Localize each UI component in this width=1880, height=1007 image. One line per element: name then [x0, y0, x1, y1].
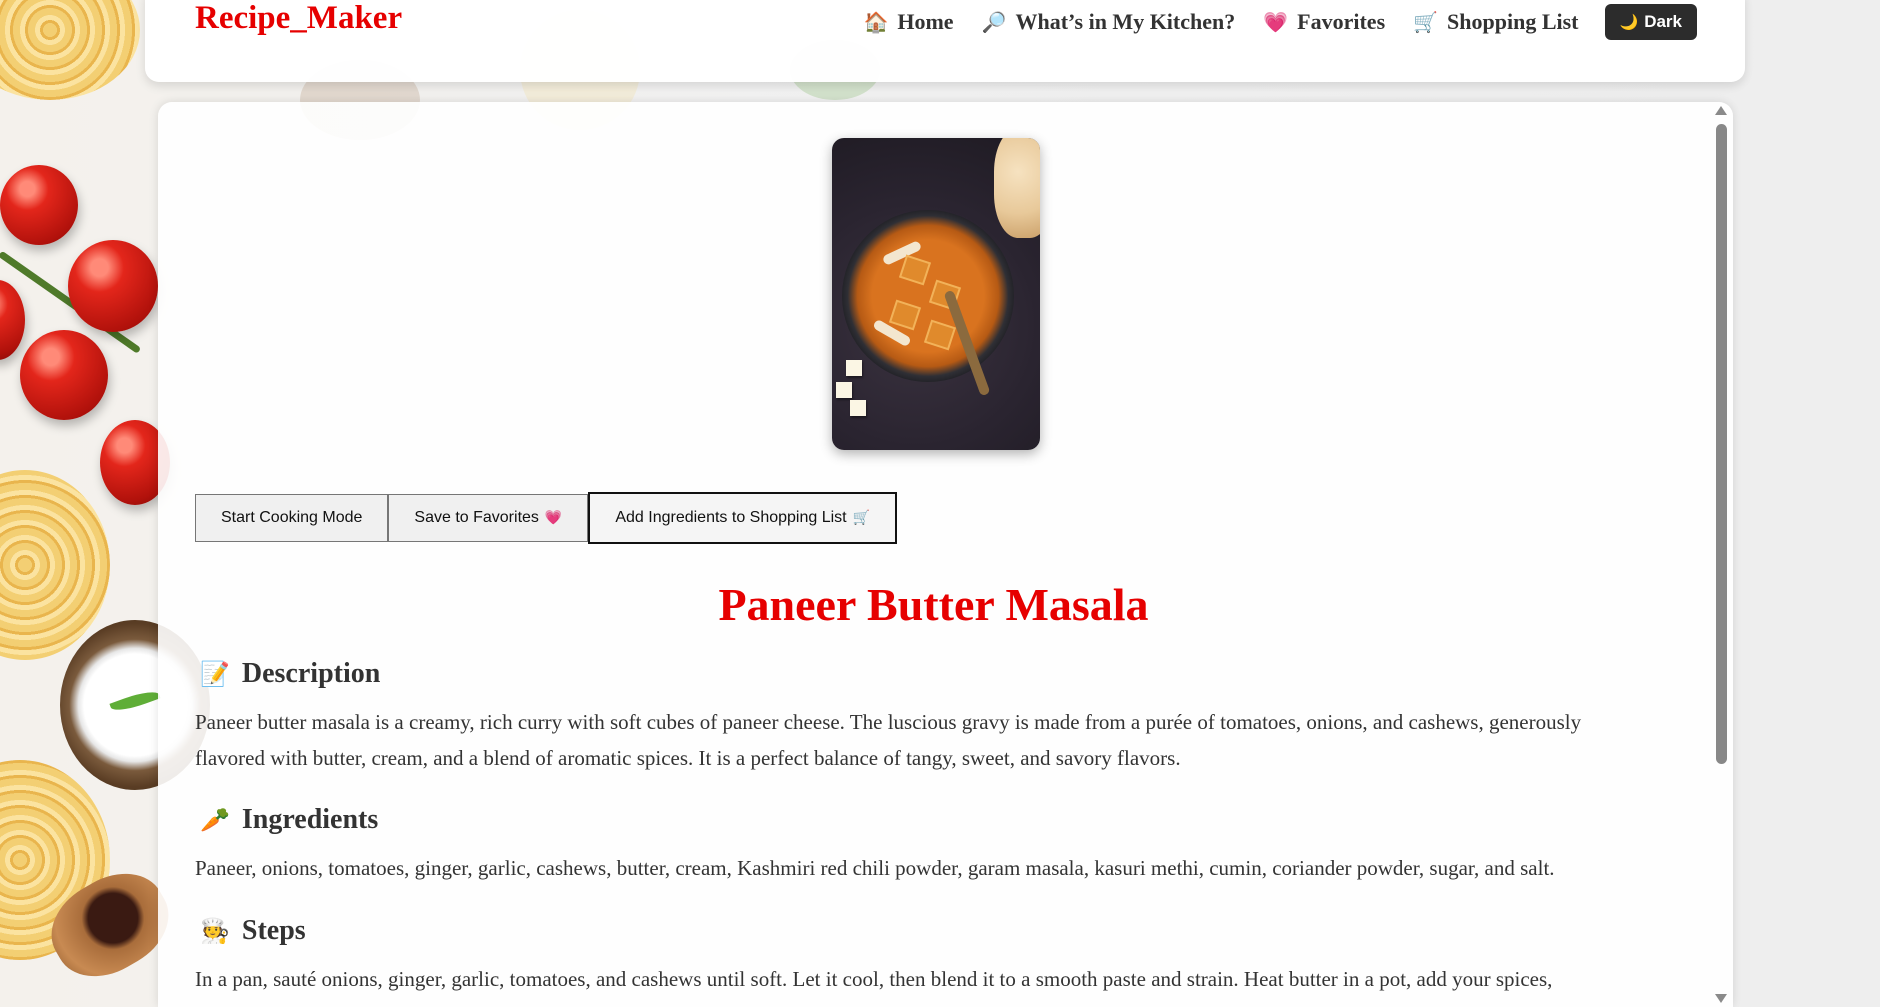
start-cooking-mode-button[interactable]: Start Cooking Mode	[195, 494, 389, 542]
steps-text: In a pan, sauté onions, ginger, garlic, …	[195, 967, 1553, 991]
house-icon: 🏠	[863, 10, 889, 34]
nav-whats-in-my-kitchen[interactable]: 🔎 What’s in My Kitchen?	[982, 9, 1236, 35]
description-heading-label: Description	[241, 658, 381, 689]
scroll-down-arrow-icon[interactable]	[1715, 994, 1727, 1003]
chef-icon: 🧑‍🍳	[200, 917, 230, 945]
carrot-icon: 🥕	[200, 806, 230, 834]
pasta-nest-decoration	[0, 0, 140, 100]
cart-icon: 🛒	[852, 510, 871, 526]
tomato-decoration	[0, 280, 25, 360]
heart-icon: 💗	[1263, 10, 1289, 34]
tomato-decoration	[0, 165, 78, 245]
pasta-nest-decoration	[0, 470, 110, 660]
naan-bread-shape	[994, 138, 1040, 238]
description-heading: 📝 Description	[200, 658, 380, 690]
nav-links: 🏠 Home 🔎 What’s in My Kitchen? 💗 Favorit…	[835, 4, 1697, 40]
recipe-card: Start Cooking Mode Save to Favorites 💗 A…	[158, 102, 1733, 1007]
raw-paneer-cube-shape	[846, 360, 862, 376]
dark-mode-label: Dark	[1644, 12, 1682, 31]
scrollbar-thumb[interactable]	[1716, 124, 1727, 764]
save-to-favorites-label: Save to Favorites	[414, 509, 539, 526]
ingredients-heading: 🥕 Ingredients	[200, 804, 378, 836]
raw-paneer-cube-shape	[836, 382, 852, 398]
nav-favorites[interactable]: 💗 Favorites	[1263, 9, 1385, 35]
ingredients-heading-label: Ingredients	[241, 804, 379, 835]
nav-favorites-label: Favorites	[1297, 9, 1386, 34]
tomato-decoration	[20, 330, 108, 420]
navbar: Recipe_Maker 🏠 Home 🔎 What’s in My Kitch…	[145, 0, 1745, 82]
dark-mode-toggle[interactable]: 🌙 Dark	[1604, 4, 1697, 40]
scroll-up-arrow-icon[interactable]	[1715, 106, 1727, 115]
recipe-actions: Start Cooking Mode Save to Favorites 💗 A…	[195, 492, 898, 544]
start-cooking-mode-label: Start Cooking Mode	[221, 509, 363, 526]
magnifier-icon: 🔎	[981, 10, 1007, 34]
curry-bowl-shape	[842, 210, 1014, 382]
heart-icon: 💗	[544, 510, 563, 526]
steps-heading: 🧑‍🍳 Steps	[200, 915, 306, 947]
recipe-title: Paneer Butter Masala	[718, 579, 1149, 630]
nav-shopping-list[interactable]: 🛒 Shopping List	[1413, 9, 1578, 35]
moon-icon: 🌙	[1619, 13, 1639, 31]
scrollbar[interactable]	[1709, 102, 1733, 1007]
save-to-favorites-button[interactable]: Save to Favorites 💗	[388, 494, 589, 542]
memo-icon: 📝	[200, 660, 230, 688]
nav-home[interactable]: 🏠 Home	[863, 9, 953, 35]
add-to-shopping-list-button[interactable]: Add Ingredients to Shopping List 🛒	[588, 492, 898, 544]
nav-home-label: Home	[897, 9, 954, 34]
brand-logo[interactable]: Recipe_Maker	[195, 0, 402, 37]
cart-icon: 🛒	[1413, 10, 1439, 34]
steps-heading-label: Steps	[241, 915, 306, 946]
add-to-shopping-list-label: Add Ingredients to Shopping List	[615, 509, 847, 526]
recipe-image	[832, 138, 1040, 450]
description-text: Paneer butter masala is a creamy, rich c…	[195, 710, 1582, 770]
nav-shopping-label: Shopping List	[1447, 9, 1579, 34]
tomato-decoration	[68, 240, 158, 332]
ingredients-text: Paneer, onions, tomatoes, ginger, garlic…	[195, 856, 1555, 880]
nav-kitchen-label: What’s in My Kitchen?	[1015, 9, 1236, 34]
raw-paneer-cube-shape	[850, 400, 866, 416]
